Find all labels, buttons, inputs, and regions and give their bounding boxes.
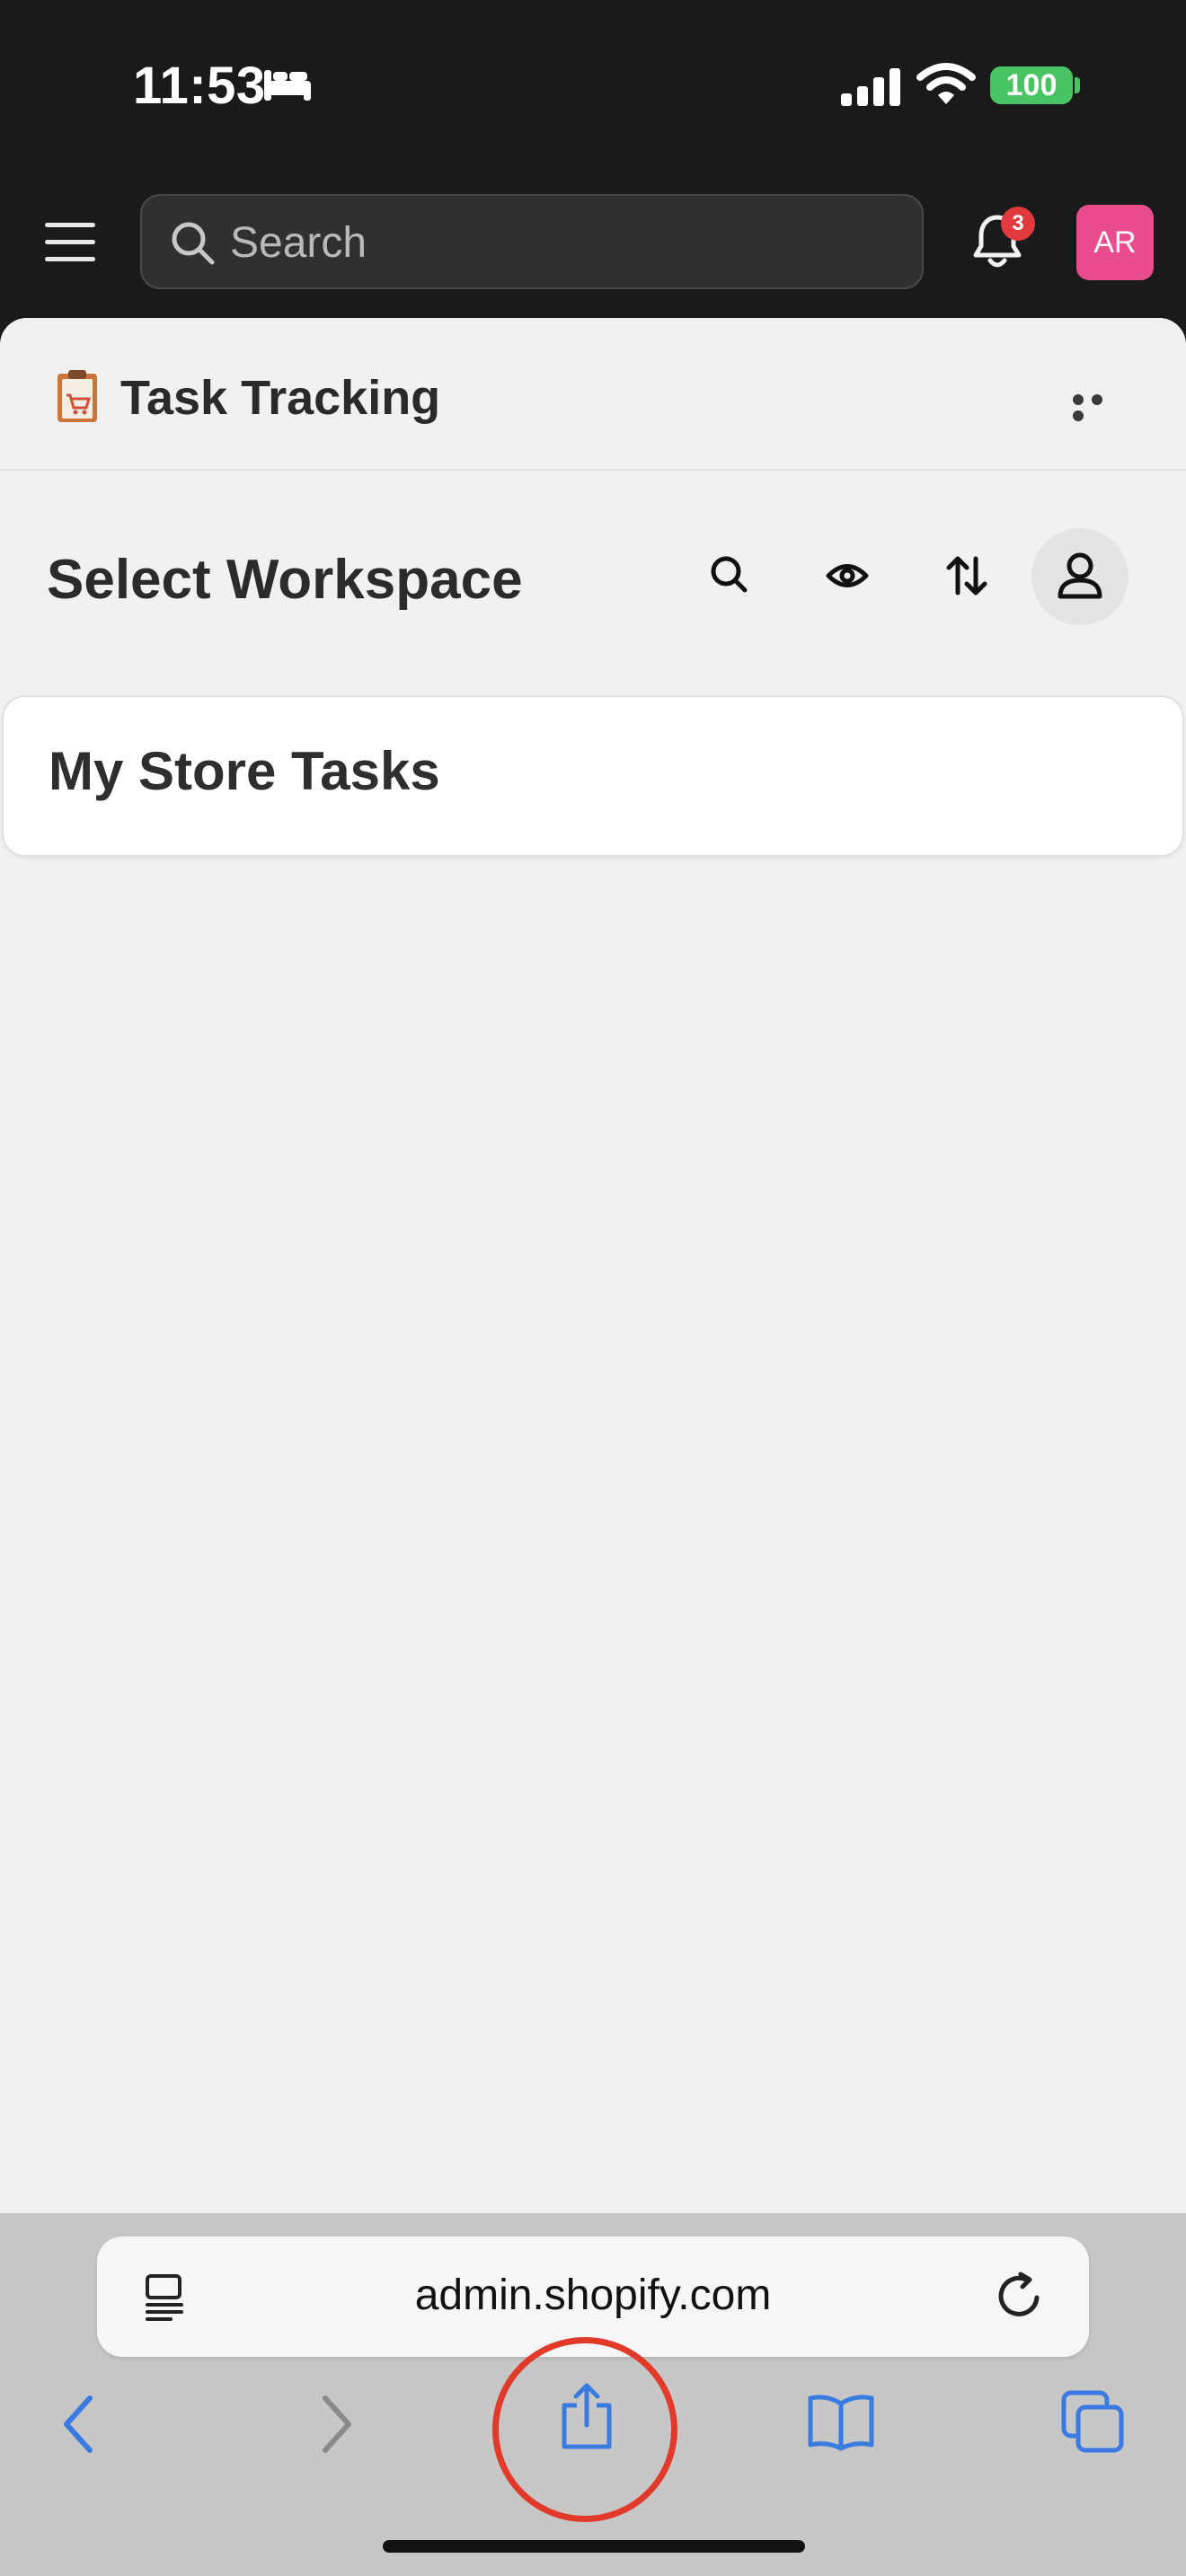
clipboard-cart-icon	[54, 368, 101, 428]
battery-tip	[1075, 77, 1080, 93]
wifi-icon	[916, 61, 976, 110]
sort-icon[interactable]	[925, 535, 1006, 616]
battery-indicator: 100	[990, 66, 1073, 104]
cellular-signal-icon	[839, 66, 902, 110]
forward-icon[interactable]	[314, 2393, 359, 2460]
search-icon[interactable]	[690, 535, 771, 616]
app-title: Task Tracking	[120, 371, 441, 425]
search-icon	[169, 219, 217, 272]
back-icon[interactable]	[56, 2393, 101, 2460]
search-bar[interactable]	[140, 194, 924, 289]
sleep-focus-icon	[262, 66, 313, 107]
page-title: Select Workspace	[47, 549, 523, 611]
tabs-icon[interactable]	[1060, 2389, 1127, 2460]
home-indicator	[383, 2540, 805, 2553]
status-time: 11:53	[133, 57, 266, 115]
search-input[interactable]	[228, 212, 861, 273]
eye-icon[interactable]	[807, 535, 888, 616]
reload-icon[interactable]	[996, 2271, 1046, 2327]
more-options-icon[interactable]	[1073, 393, 1125, 421]
annotation-highlight-circle	[492, 2337, 677, 2522]
user-avatar[interactable]: AR	[1076, 205, 1154, 280]
bookmarks-icon[interactable]	[807, 2393, 875, 2457]
url-text: admin.shopify.com	[414, 2272, 772, 2319]
user-filter-icon[interactable]	[1031, 528, 1128, 625]
menu-icon[interactable]	[45, 223, 95, 262]
notification-count-badge: 3	[1001, 207, 1035, 241]
workspace-name: My Store Tasks	[49, 741, 440, 801]
